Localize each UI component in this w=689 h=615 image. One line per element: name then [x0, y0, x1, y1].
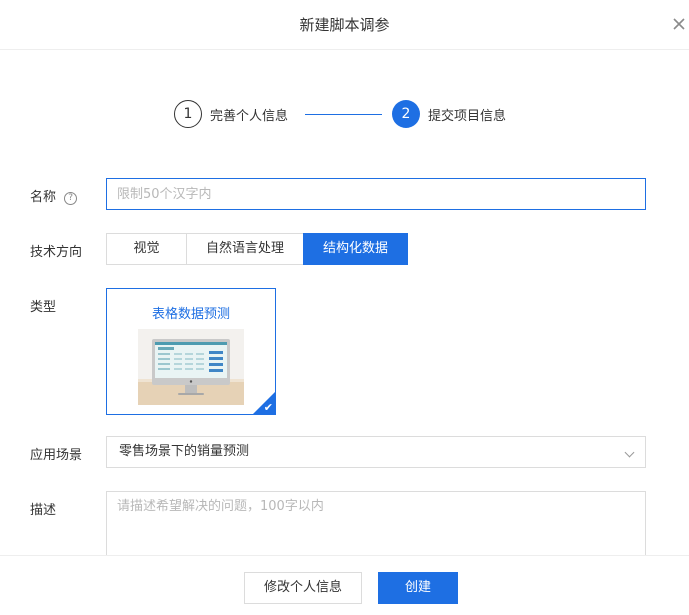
chevron-down-icon — [624, 447, 635, 458]
description-textarea[interactable] — [106, 491, 646, 555]
scenario-select-value: 零售场景下的销量预测 — [119, 444, 250, 459]
scenario-label: 应用场景 — [30, 448, 83, 463]
step-connector-line — [305, 114, 382, 115]
direction-label: 技术方向 — [30, 245, 83, 260]
type-label: 类型 — [30, 300, 57, 315]
step-2-number: 2 — [392, 100, 420, 128]
type-card-title: 表格数据预测 — [151, 307, 230, 322]
name-label: 名称 ? — [30, 186, 78, 205]
type-card-table-prediction[interactable]: 表格数据预测 ✔ — [106, 288, 276, 415]
direction-segmented-control: 视觉 自然语言处理 结构化数据 — [106, 233, 408, 265]
close-icon[interactable] — [672, 14, 689, 34]
question-circle-icon[interactable]: ? — [64, 192, 78, 205]
name-label-text: 名称 — [30, 190, 57, 205]
direction-option-structured-data[interactable]: 结构化数据 — [303, 233, 408, 265]
scenario-select[interactable]: 零售场景下的销量预测 — [106, 436, 646, 468]
step-1-number: 1 — [174, 100, 202, 128]
step-2-label: 提交项目信息 — [428, 109, 507, 124]
dialog-title: 新建脚本调参 — [299, 16, 390, 34]
direction-option-vision[interactable]: 视觉 — [106, 233, 187, 265]
dialog-footer: 修改个人信息 创建 — [0, 555, 689, 615]
description-label: 描述 — [30, 503, 57, 518]
direction-option-nlp[interactable]: 自然语言处理 — [186, 233, 304, 265]
create-button[interactable]: 创建 — [378, 572, 458, 604]
step-1-label: 完善个人信息 — [210, 109, 289, 124]
checkmark-icon: ✔ — [263, 401, 273, 414]
dialog-header: 新建脚本调参 — [0, 0, 689, 50]
name-input[interactable] — [106, 178, 646, 210]
edit-personal-info-button[interactable]: 修改个人信息 — [244, 572, 362, 604]
monitor-illustration — [138, 329, 244, 405]
